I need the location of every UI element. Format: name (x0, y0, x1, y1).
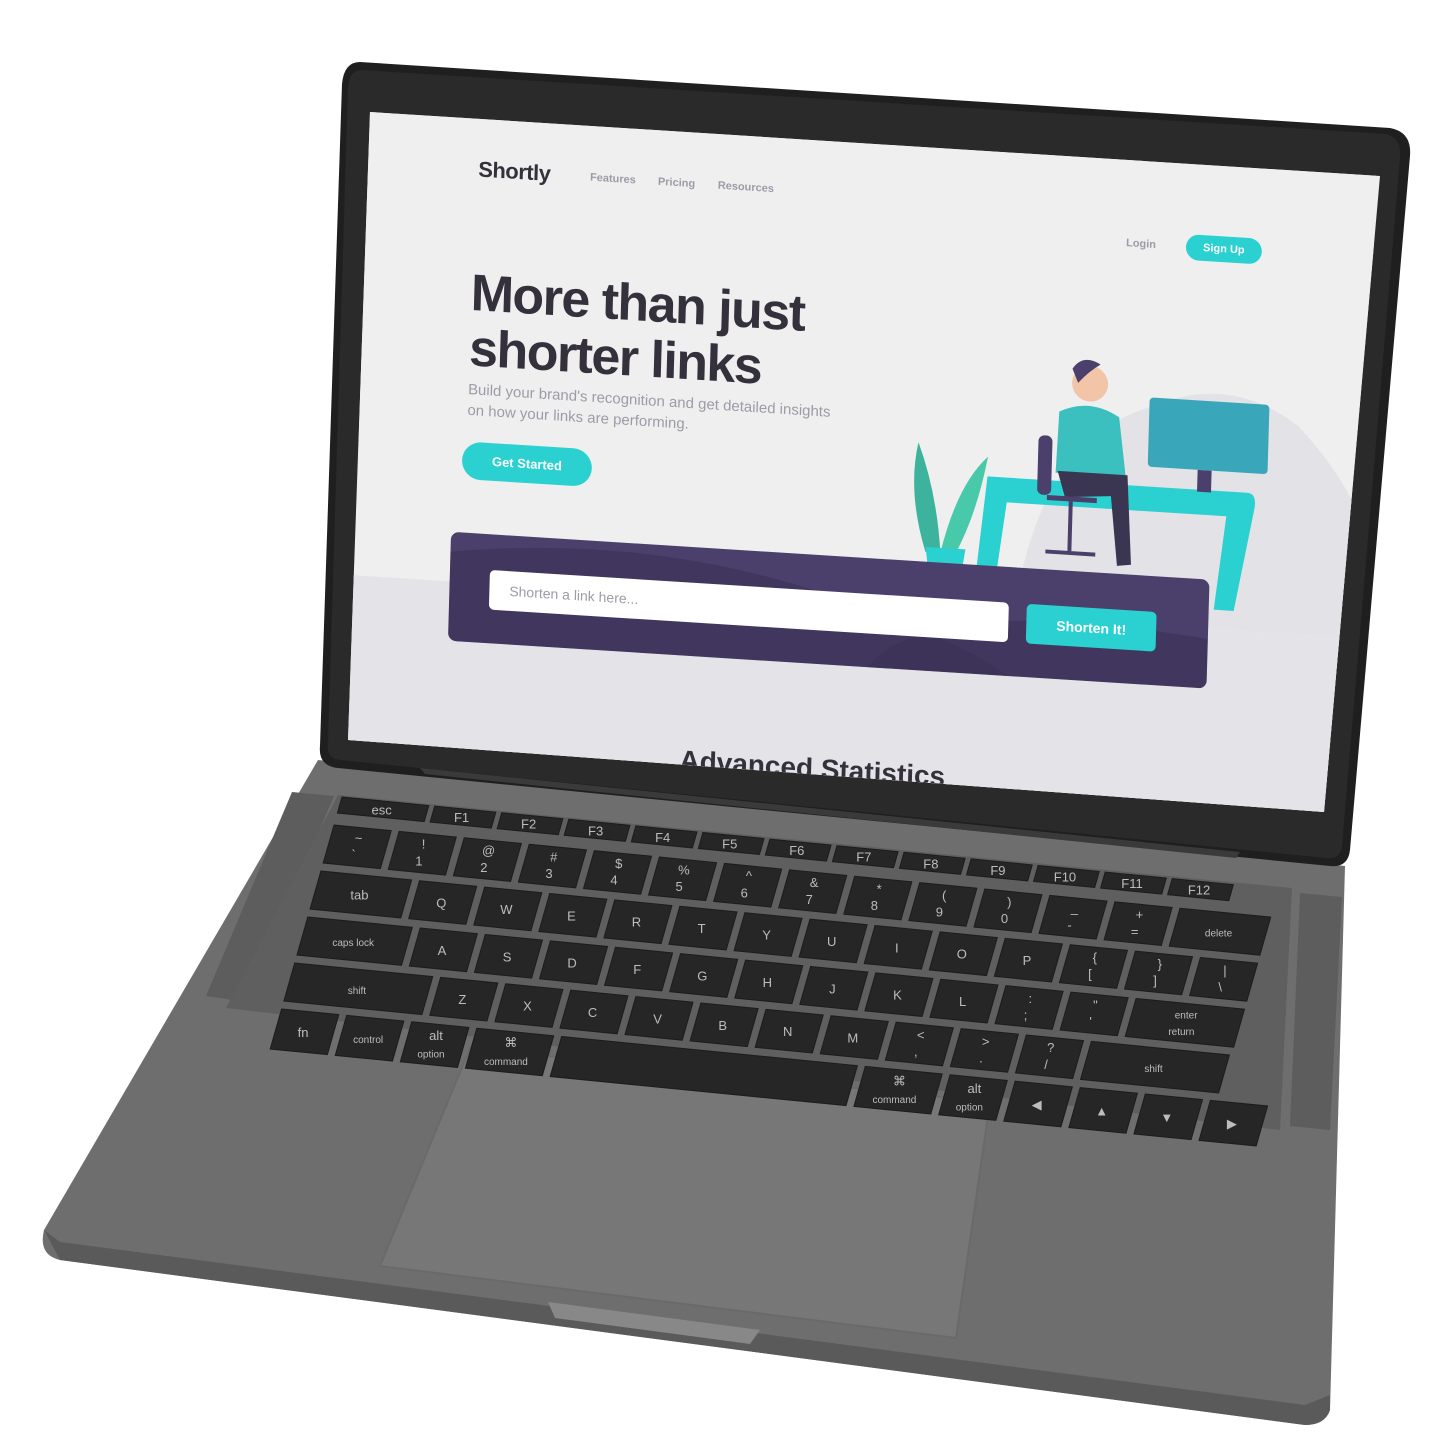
logo[interactable]: Shortly (478, 157, 551, 187)
signup-button[interactable]: Sign Up (1185, 234, 1263, 265)
login-link[interactable]: Login (1126, 237, 1156, 251)
get-started-button[interactable]: Get Started (461, 441, 593, 488)
navbar: Shortly Features Pricing Resources Login… (477, 157, 1367, 272)
nav-features[interactable]: Features (590, 172, 636, 187)
shorten-it-button[interactable]: Shorten It! (1025, 603, 1157, 652)
nav-resources[interactable]: Resources (718, 180, 774, 195)
hero-title: More than just shorter links (468, 264, 890, 402)
nav-pricing[interactable]: Pricing (658, 176, 696, 190)
